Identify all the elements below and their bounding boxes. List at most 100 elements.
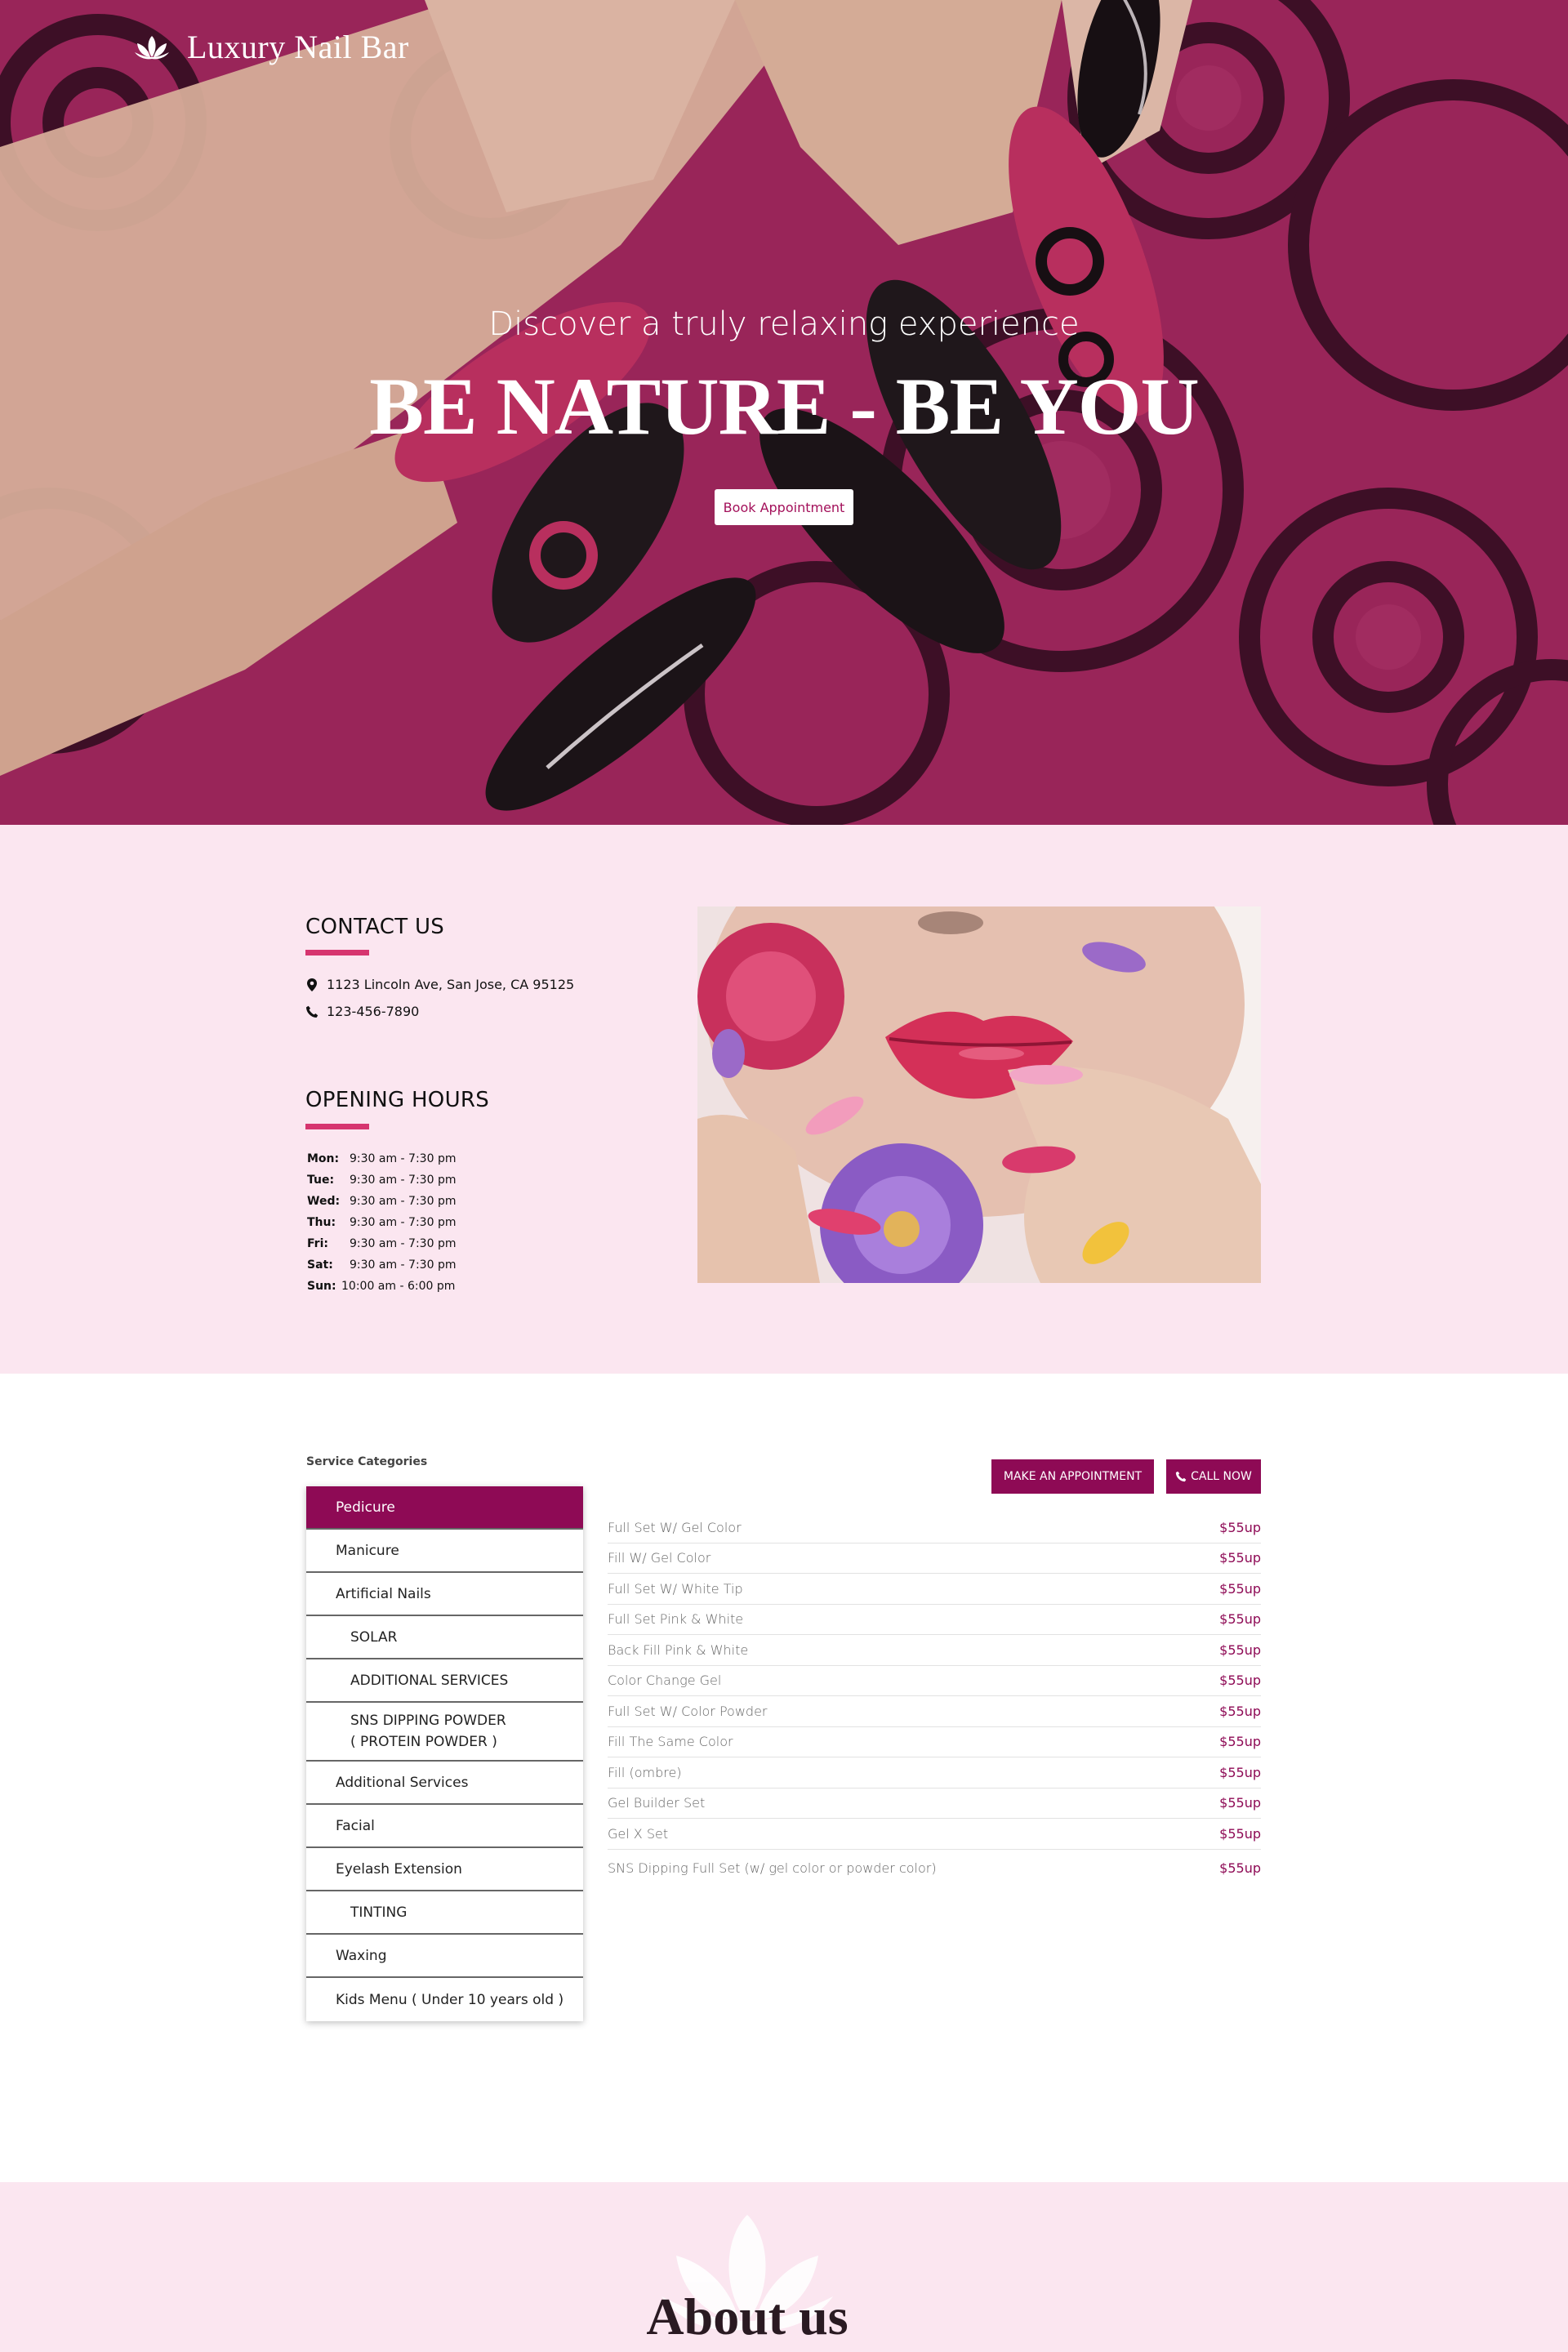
call-now-button[interactable]: CALL NOW	[1166, 1459, 1261, 1494]
hours-day: Tue:	[307, 1174, 335, 1187]
about-title: About us	[646, 2287, 849, 2345]
service-name: Color Change Gel	[608, 1673, 722, 1689]
hero-subtitle: Discover a truly relaxing experience	[488, 305, 1080, 343]
service-categories-list: Pedicure Manicure Artificial Nails SOLAR…	[306, 1486, 583, 2021]
category-artificial-nails[interactable]: Artificial Nails	[306, 1573, 583, 1616]
price-row: SNS Dipping Full Set (w/ gel color or po…	[608, 1850, 1261, 1886]
service-price: $55up	[1219, 1611, 1261, 1628]
service-price: $55up	[1219, 1825, 1261, 1842]
price-list: Full Set W/ Gel Color $55up Fill W/ Gel C…	[608, 1512, 1261, 1886]
category-tinting[interactable]: TINTING	[306, 1891, 583, 1935]
service-categories-title: Service Categories	[306, 1455, 428, 1468]
map-pin-icon	[307, 978, 317, 991]
hours-time: 9:30 am - 7:30 pm	[350, 1216, 457, 1229]
service-name: Full Set W/ Gel Color	[608, 1519, 742, 1535]
price-row: Full Set W/ Gel Color $55up	[608, 1512, 1261, 1544]
hours-day: Wed:	[307, 1195, 341, 1208]
contact-section: CONTACT US 1123 Lincoln Ave, San Jose, C…	[0, 825, 1568, 1374]
price-row: Fill (ombre) $55up	[608, 1757, 1261, 1788]
brand[interactable]: Luxury Nail Bar	[133, 28, 409, 66]
price-row: Color Change Gel $55up	[608, 1666, 1261, 1696]
service-price: $55up	[1219, 1734, 1261, 1750]
contact-heading: CONTACT US	[305, 915, 445, 939]
hours-row: Thu: 9:30 am - 7:30 pm	[307, 1212, 456, 1233]
services-section: Service Categories Pedicure Manicure Art…	[0, 1374, 1568, 2182]
service-name: Full Set W/ Color Powder	[608, 1703, 768, 1719]
category-eyelash-extension[interactable]: Eyelash Extension	[306, 1848, 583, 1891]
hours-day: Fri:	[307, 1237, 328, 1250]
photo-illustration	[697, 906, 1261, 1283]
book-appointment-button[interactable]: Book Appointment	[715, 489, 853, 525]
hours-row: Sat: 9:30 am - 7:30 pm	[307, 1254, 456, 1276]
service-name: Full Set Pink & White	[608, 1611, 744, 1628]
price-row: Full Set Pink & White $55up	[608, 1605, 1261, 1635]
hours-row: Sun: 10:00 am - 6:00 pm	[307, 1276, 456, 1297]
hours-time: 9:30 am - 7:30 pm	[350, 1152, 457, 1165]
hours-heading: OPENING HOURS	[305, 1088, 490, 1112]
service-name: Full Set W/ White Tip	[608, 1580, 743, 1597]
hours-day: Sun:	[307, 1280, 336, 1293]
category-waxing[interactable]: Waxing	[306, 1935, 583, 1978]
price-row: Fill The Same Color $55up	[608, 1727, 1261, 1757]
category-sns-dipping-powder[interactable]: SNS DIPPING POWDER ( PROTEIN POWDER )	[306, 1703, 583, 1762]
address-line: 1123 Lincoln Ave, San Jose, CA 95125	[305, 977, 574, 992]
service-price: $55up	[1219, 1795, 1261, 1811]
hours-time: 9:30 am - 7:30 pm	[350, 1237, 457, 1250]
category-additional-services-sub[interactable]: ADDITIONAL SERVICES	[306, 1659, 583, 1703]
service-price: $55up	[1219, 1580, 1261, 1597]
category-pedicure[interactable]: Pedicure	[306, 1486, 583, 1530]
phone-line[interactable]: 123-456-7890	[305, 1004, 419, 1019]
about-section: About us	[0, 2182, 1568, 2352]
hours-heading-rule	[305, 1124, 369, 1129]
category-kids-menu[interactable]: Kids Menu ( Under 10 years old )	[306, 1978, 583, 2021]
hours-row: Tue: 9:30 am - 7:30 pm	[307, 1169, 456, 1191]
hours-row: Wed: 9:30 am - 7:30 pm	[307, 1191, 456, 1212]
price-row: Back Fill Pink & White $55up	[608, 1635, 1261, 1666]
hours-day: Mon:	[307, 1152, 340, 1165]
hours-time: 9:30 am - 7:30 pm	[350, 1258, 457, 1272]
category-facial[interactable]: Facial	[306, 1805, 583, 1848]
category-label: SNS DIPPING POWDER	[350, 1713, 506, 1729]
service-name: SNS Dipping Full Set (w/ gel color or po…	[608, 1860, 937, 1876]
price-row: Gel X Set $55up	[608, 1819, 1261, 1850]
hours-time: 10:00 am - 6:00 pm	[341, 1280, 456, 1293]
brand-name: Luxury Nail Bar	[187, 29, 409, 65]
service-price: $55up	[1219, 1764, 1261, 1780]
service-name: Fill (ombre)	[608, 1764, 682, 1780]
category-label-line2: ( PROTEIN POWDER )	[350, 1734, 497, 1750]
nails-lips-photo	[697, 906, 1261, 1283]
service-name: Back Fill Pink & White	[608, 1642, 749, 1658]
category-additional-services[interactable]: Additional Services	[306, 1762, 583, 1805]
service-name: Gel X Set	[608, 1825, 669, 1842]
service-price: $55up	[1219, 1550, 1261, 1566]
service-name: Fill W/ Gel Color	[608, 1550, 711, 1566]
price-row: Fill W/ Gel Color $55up	[608, 1544, 1261, 1574]
opening-hours-list: Mon: 9:30 am - 7:30 pm Tue: 9:30 am - 7:30…	[307, 1148, 456, 1297]
hours-row: Fri: 9:30 am - 7:30 pm	[307, 1233, 456, 1254]
category-solar[interactable]: SOLAR	[306, 1616, 583, 1659]
service-name: Gel Builder Set	[608, 1795, 706, 1811]
service-price: $55up	[1219, 1703, 1261, 1719]
service-price: $55up	[1219, 1673, 1261, 1689]
service-name: Fill The Same Color	[608, 1734, 733, 1750]
price-row: Full Set W/ White Tip $55up	[608, 1574, 1261, 1605]
phone-icon	[306, 1005, 318, 1018]
hours-time: 9:30 am - 7:30 pm	[350, 1195, 457, 1208]
address-text: 1123 Lincoln Ave, San Jose, CA 95125	[327, 977, 575, 992]
category-manicure[interactable]: Manicure	[306, 1530, 583, 1573]
service-price: $55up	[1219, 1519, 1261, 1535]
hours-row: Mon: 9:30 am - 7:30 pm	[307, 1148, 456, 1169]
phone-icon	[1176, 1471, 1187, 1482]
hours-day: Sat:	[307, 1258, 333, 1272]
phone-text: 123-456-7890	[327, 1004, 420, 1019]
price-row: Gel Builder Set $55up	[608, 1788, 1261, 1819]
make-appointment-button[interactable]: MAKE AN APPOINTMENT	[991, 1459, 1154, 1494]
lotus-icon	[135, 35, 169, 59]
hours-day: Thu:	[307, 1216, 336, 1229]
call-now-label: CALL NOW	[1191, 1470, 1252, 1483]
hero-title: BE NATURE - BE YOU	[369, 361, 1199, 452]
service-price: $55up	[1219, 1860, 1261, 1876]
price-row: Full Set W/ Color Powder $55up	[608, 1696, 1261, 1727]
contact-heading-rule	[305, 950, 369, 956]
hours-time: 9:30 am - 7:30 pm	[350, 1174, 457, 1187]
